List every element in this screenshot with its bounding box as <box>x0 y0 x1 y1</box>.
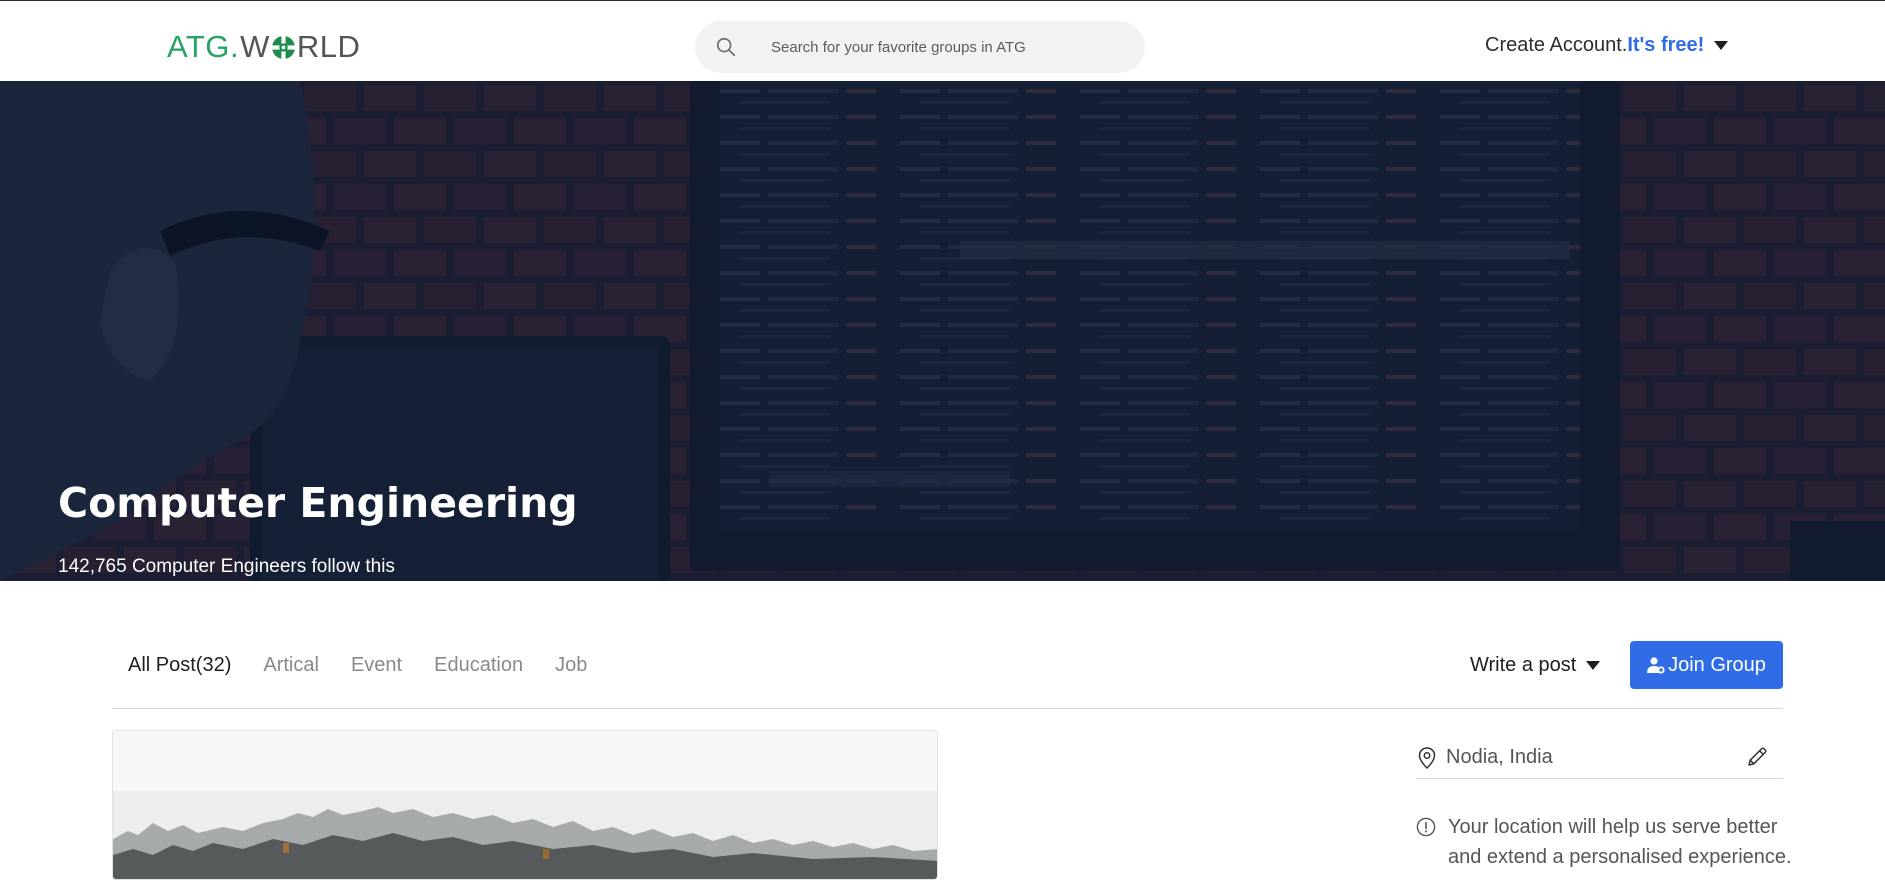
join-group-label: Join Group <box>1668 653 1766 676</box>
caret-down-icon <box>1714 40 1729 50</box>
location-input[interactable] <box>1444 745 1724 770</box>
logo-text-dot: . <box>229 29 240 64</box>
logo-text-atg: ATG <box>167 29 230 64</box>
atg-world-logo[interactable]: ATG. W RLD <box>167 27 360 67</box>
pencil-icon[interactable] <box>1745 745 1769 769</box>
its-free-label: It's free! <box>1627 34 1705 56</box>
location-info-note: Your location will help us serve better … <box>1416 812 1796 872</box>
follower-count: 142,765 Computer Engineers follow this <box>58 556 395 577</box>
caret-down-icon <box>1586 660 1601 670</box>
tab-artical[interactable]: Artical <box>263 654 319 677</box>
logo-text-w: W <box>240 29 270 64</box>
search-icon <box>716 37 736 57</box>
group-title: Computer Engineering <box>58 479 578 527</box>
map-pin-icon <box>1418 746 1436 769</box>
group-cover-banner: Computer Engineering 142,765 Computer En… <box>0 81 1885 581</box>
location-field <box>1416 737 1783 779</box>
tab-education[interactable]: Education <box>434 654 523 677</box>
tab-job[interactable]: Job <box>555 654 587 677</box>
top-navbar: ATG.W RLD Create Account. It's free! <box>0 0 1885 81</box>
tabs-divider <box>112 708 1783 709</box>
search-input[interactable] <box>769 37 1099 57</box>
user-plus-icon <box>1647 657 1665 674</box>
post-filter-tabs: All Post(32) Artical Event Education Job <box>128 654 619 677</box>
group-search-bar[interactable] <box>695 21 1145 73</box>
post-cover-image <box>113 731 937 879</box>
info-circle-icon <box>1416 817 1436 837</box>
location-note-text: Your location will help us serve better … <box>1448 816 1792 868</box>
create-account-dropdown[interactable]: Create Account. It's free! <box>1485 34 1729 57</box>
logo-gear-icon <box>270 34 296 60</box>
create-account-label: Create Account. <box>1485 34 1628 56</box>
tab-event[interactable]: Event <box>351 654 402 677</box>
join-group-button[interactable]: Join Group <box>1630 641 1783 689</box>
logo-text-rld: RLD <box>296 29 361 64</box>
write-post-label: Write a post <box>1470 654 1577 676</box>
post-card[interactable] <box>112 730 938 880</box>
tab-all-posts[interactable]: All Post(32) <box>128 654 231 677</box>
write-post-dropdown[interactable]: Write a post <box>1470 654 1601 677</box>
